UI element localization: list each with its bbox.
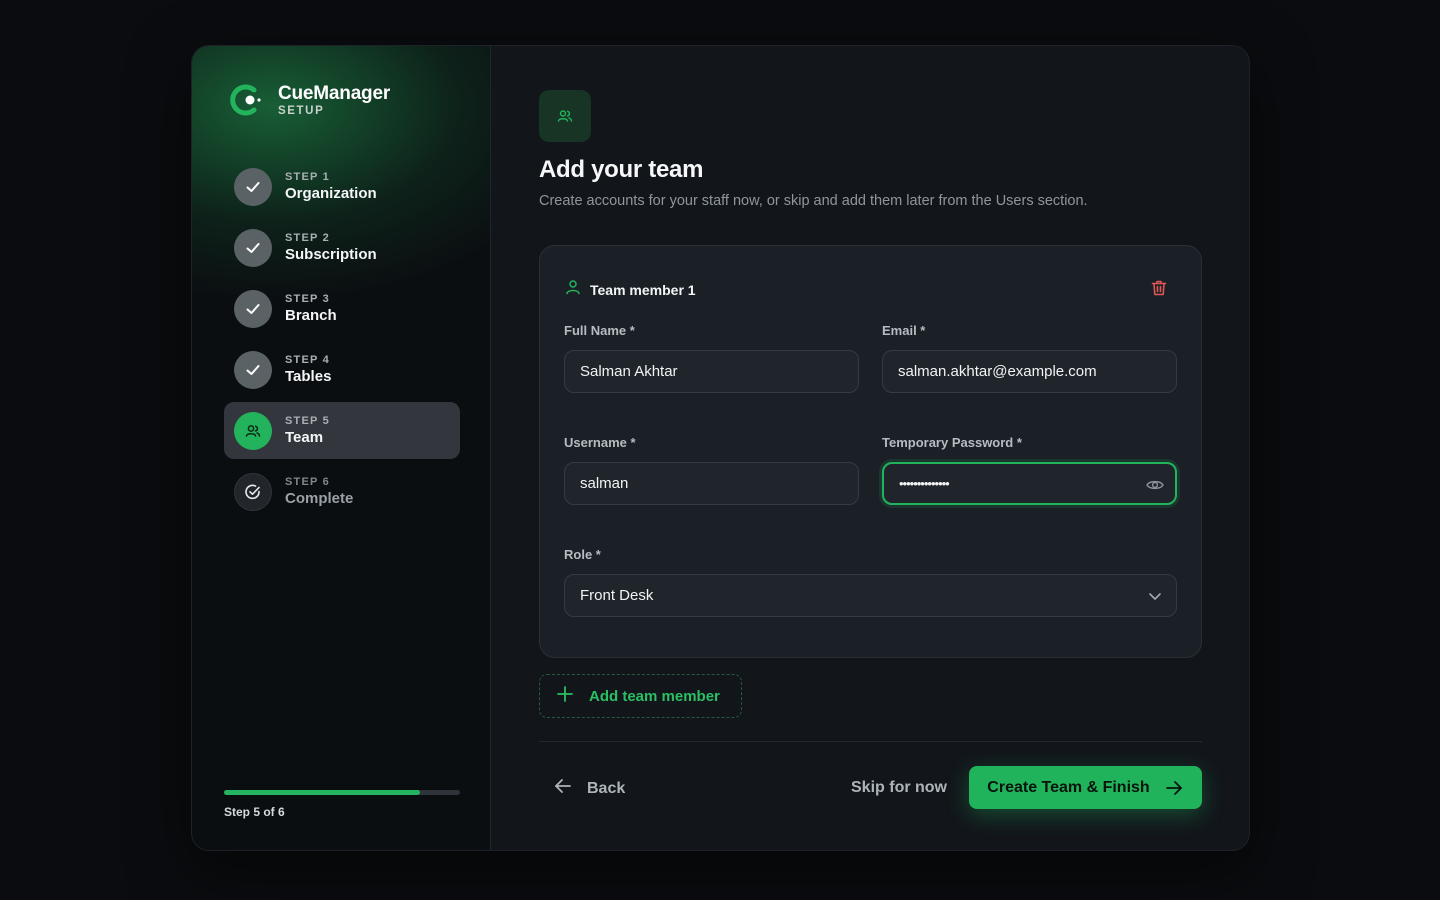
add-team-member-label: Add team member: [589, 687, 720, 705]
step-team[interactable]: STEP 5 Team: [224, 402, 460, 459]
brand-name: CueManager: [278, 82, 391, 104]
finish-label: Create Team & Finish: [987, 778, 1150, 796]
step-complete[interactable]: STEP 6 Complete: [224, 463, 460, 520]
users-icon: [234, 411, 272, 450]
brand-subtitle: SETUP: [278, 104, 325, 117]
username-input[interactable]: salman: [564, 462, 859, 505]
step-label: Tables: [285, 368, 332, 385]
full-name-label: Full Name *: [564, 323, 635, 338]
check-icon: [234, 350, 272, 389]
divider: [539, 741, 1202, 742]
step-tables[interactable]: STEP 4 Tables: [224, 341, 460, 398]
step-branch[interactable]: STEP 3 Branch: [224, 280, 460, 337]
create-team-finish-button[interactable]: Create Team & Finish: [969, 766, 1202, 809]
email-input[interactable]: salman.akhtar@example.com: [882, 350, 1177, 393]
back-button[interactable]: Back: [553, 776, 625, 801]
progress-bar: [224, 790, 460, 795]
role-select[interactable]: Front Desk: [564, 574, 1177, 617]
progress-text: Step 5 of 6: [224, 805, 285, 819]
step-label: Organization: [285, 185, 377, 202]
steps-list: STEP 1 Organization STEP 2 Subscription: [224, 158, 460, 524]
check-icon: [234, 228, 272, 267]
role-value: Front Desk: [580, 587, 654, 604]
password-label: Temporary Password *: [882, 435, 1022, 450]
step-subscription[interactable]: STEP 2 Subscription: [224, 219, 460, 276]
full-name-input[interactable]: Salman Akhtar: [564, 350, 859, 393]
password-input[interactable]: ••••••••••••••: [882, 462, 1177, 505]
arrow-left-icon: [553, 776, 573, 801]
user-icon: [564, 278, 582, 301]
plus-icon: [556, 685, 574, 707]
sidebar: CueManager SETUP STEP 1 Organization STE…: [192, 46, 491, 850]
step-label: Subscription: [285, 246, 377, 263]
email-value: salman.akhtar@example.com: [898, 363, 1097, 380]
setup-card: CueManager SETUP STEP 1 Organization STE…: [191, 45, 1250, 851]
password-value: ••••••••••••••: [899, 476, 950, 491]
brand: CueManager SETUP: [228, 82, 390, 118]
team-member-card: Team member 1 Full Name * Salman Akhtar …: [539, 245, 1202, 658]
step-number: STEP 3: [285, 293, 330, 305]
username-label: Username *: [564, 435, 636, 450]
step-number: STEP 4: [285, 354, 330, 366]
arrow-right-icon: [1164, 778, 1184, 798]
step-organization[interactable]: STEP 1 Organization: [224, 158, 460, 215]
page-title: Add your team: [539, 156, 704, 183]
step-number: STEP 2: [285, 232, 330, 244]
progress-fill: [224, 790, 420, 795]
back-label: Back: [587, 779, 626, 797]
chevron-down-icon: [1146, 587, 1164, 605]
logo-icon: [228, 82, 264, 118]
team-icon: [539, 90, 591, 142]
full-name-value: Salman Akhtar: [580, 363, 678, 380]
username-value: salman: [580, 475, 629, 492]
check-icon: [234, 167, 272, 206]
member-header: Team member 1: [564, 278, 696, 301]
step-label: Team: [285, 429, 324, 446]
add-team-member-button[interactable]: Add team member: [539, 674, 742, 718]
step-label: Complete: [285, 490, 354, 507]
member-title: Team member 1: [590, 281, 696, 298]
step-number: STEP 5: [285, 415, 330, 427]
email-label: Email *: [882, 323, 926, 338]
step-label: Branch: [285, 307, 337, 324]
check-circle-icon: [234, 472, 272, 511]
step-number: STEP 1: [285, 171, 330, 183]
step-number: STEP 6: [285, 476, 330, 488]
eye-icon[interactable]: [1145, 475, 1165, 495]
skip-button[interactable]: Skip for now: [851, 779, 947, 797]
check-icon: [234, 289, 272, 328]
page-subtitle: Create accounts for your staff now, or s…: [539, 193, 1088, 209]
main-panel: Add your team Create accounts for your s…: [491, 46, 1249, 850]
role-label: Role *: [564, 547, 601, 562]
trash-icon: [1149, 280, 1169, 302]
delete-member-button[interactable]: [1149, 278, 1169, 298]
